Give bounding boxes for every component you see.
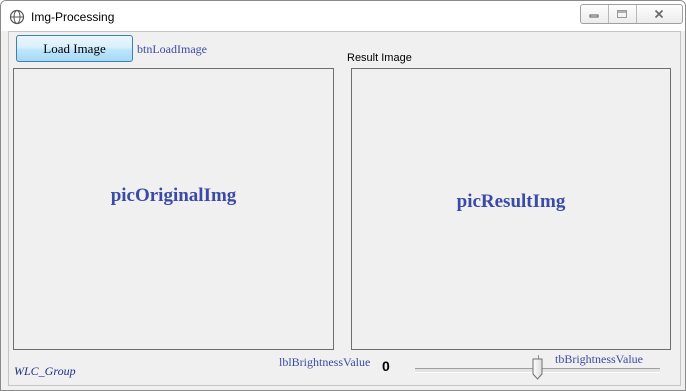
window-controls [580, 4, 683, 24]
trackbar-name-label: tbBrightnessValue [555, 352, 643, 366]
result-image-box[interactable]: picResultImg [351, 68, 671, 350]
minimize-icon [589, 14, 599, 18]
close-icon [655, 9, 664, 19]
maximize-icon [617, 10, 628, 18]
maximize-button[interactable] [607, 5, 636, 23]
window-title: Img-Processing [31, 10, 115, 24]
wlc-group-label: WLC_Group [14, 364, 76, 378]
title-bar[interactable]: Img-Processing [1, 1, 685, 31]
result-image-placeholder: picResultImg [456, 191, 566, 212]
close-button[interactable] [635, 5, 682, 23]
brightness-trackbar-thumb[interactable] [532, 358, 543, 380]
original-image-box[interactable]: picOriginalImg [13, 68, 334, 350]
app-globe-icon [9, 9, 25, 25]
minimize-button[interactable] [581, 5, 608, 23]
load-image-button[interactable]: Load Image [16, 35, 133, 62]
original-image-placeholder: picOriginalImg [110, 185, 237, 206]
load-button-name-label: btnLoadImage [137, 42, 207, 56]
result-image-caption: Result Image [347, 52, 412, 64]
brightness-value: 0 [382, 358, 390, 374]
brightness-label-name: lblBrightnessValue [279, 355, 371, 369]
